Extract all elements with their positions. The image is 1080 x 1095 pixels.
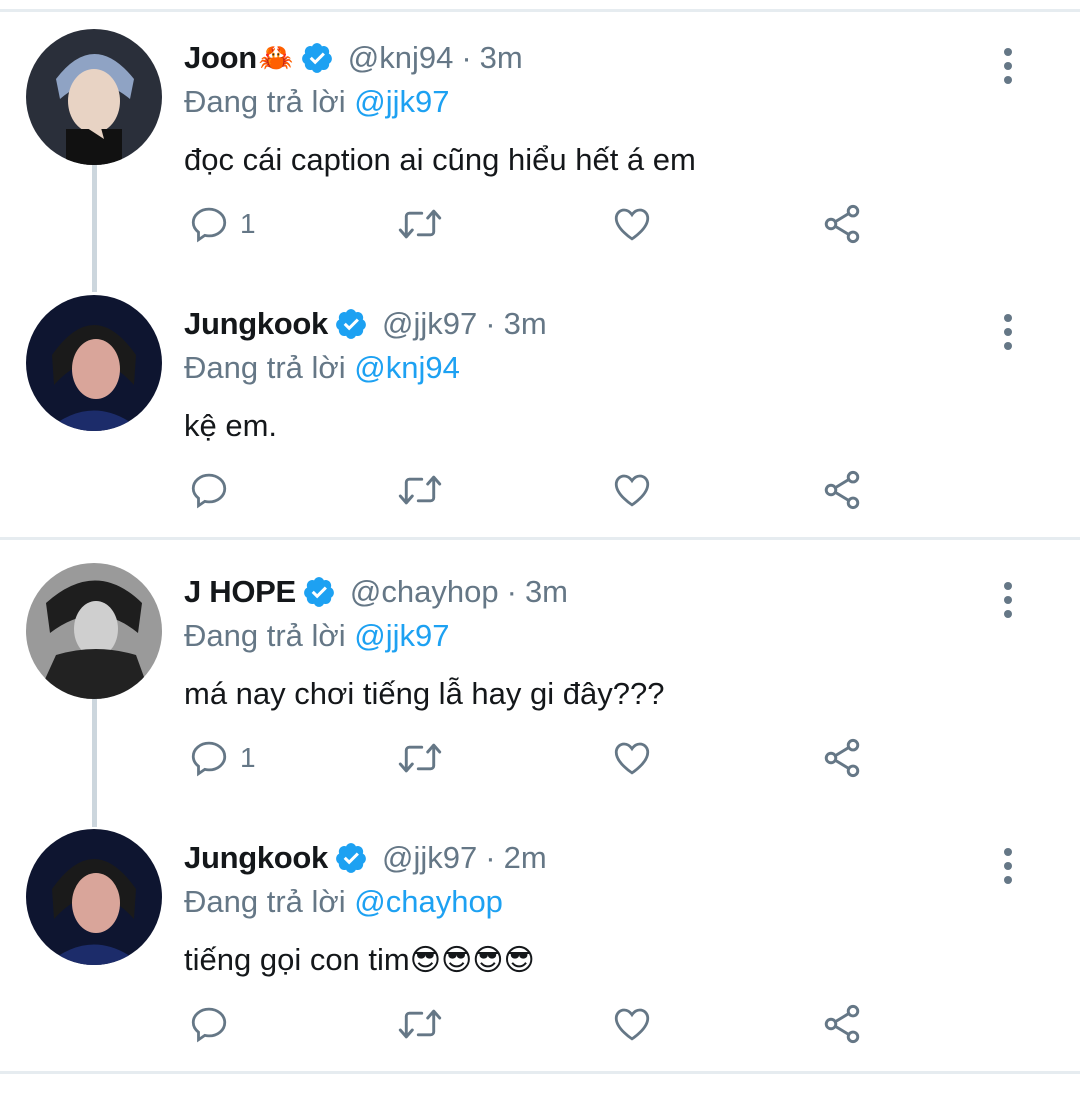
heart-icon xyxy=(614,474,650,507)
mention-link[interactable]: @jjk97 xyxy=(354,618,449,653)
tweet-actions xyxy=(184,462,904,518)
verified-badge-icon xyxy=(336,309,366,339)
verified-badge-icon xyxy=(336,843,366,873)
reply-button[interactable] xyxy=(188,462,240,518)
handle[interactable]: @jjk97 xyxy=(382,840,477,876)
tweet-emoji: 😎😎😎😎 xyxy=(409,944,535,977)
mention-link[interactable]: @knj94 xyxy=(354,350,460,385)
handle[interactable]: @chayhop xyxy=(350,574,499,610)
tweet-text: tiếng gọi con tim😎😎😎😎 xyxy=(184,942,535,978)
reply-icon xyxy=(191,741,227,777)
avatar[interactable] xyxy=(26,295,162,431)
display-name[interactable]: J HOPE xyxy=(184,574,296,610)
share-button[interactable] xyxy=(820,730,864,786)
reply-button[interactable]: 1 xyxy=(188,730,256,786)
retweet-icon xyxy=(398,209,442,239)
separator-dot: · xyxy=(461,40,472,75)
tweet[interactable]: Joon 🦀 @knj94 · 3m Đang trả lời @jjk97 đ… xyxy=(0,12,1080,280)
retweet-button[interactable] xyxy=(396,730,444,786)
reply-icon xyxy=(191,207,227,243)
replying-to: Đang trả lời @knj94 xyxy=(184,350,460,386)
verified-badge-icon xyxy=(304,577,334,607)
name-emoji: 🦀 xyxy=(258,42,294,73)
share-button[interactable] xyxy=(820,196,864,252)
more-options-icon[interactable] xyxy=(994,46,1022,86)
replying-to: Đang trả lời @jjk97 xyxy=(184,618,449,654)
avatar[interactable] xyxy=(26,29,162,165)
mention-link[interactable]: @jjk97 xyxy=(354,84,449,119)
tweet-text-body: tiếng gọi con tim xyxy=(184,942,410,977)
like-button[interactable] xyxy=(610,996,654,1052)
more-options-icon[interactable] xyxy=(994,846,1022,886)
heart-icon xyxy=(614,1008,650,1041)
timestamp[interactable]: 3m xyxy=(480,40,523,76)
like-button[interactable] xyxy=(610,462,654,518)
handle[interactable]: @jjk97 xyxy=(382,306,477,342)
retweet-button[interactable] xyxy=(396,196,444,252)
replying-label: Đang trả lời xyxy=(184,884,346,919)
reply-button[interactable]: 1 xyxy=(188,196,256,252)
more-options-icon[interactable] xyxy=(994,580,1022,620)
tweet-actions xyxy=(184,996,904,1052)
tweet-text: má nay chơi tiếng lẫ hay gi đây??? xyxy=(184,676,665,711)
tweet[interactable]: Jungkook @jjk97 · 2m Đang trả lời @chayh… xyxy=(0,812,1080,1080)
reply-icon xyxy=(191,1007,227,1043)
heart-icon xyxy=(614,742,650,775)
reply-button[interactable] xyxy=(188,996,240,1052)
timestamp[interactable]: 3m xyxy=(525,574,568,610)
tweet[interactable]: Jungkook @jjk97 · 3m Đang trả lời @knj94… xyxy=(0,278,1080,546)
retweet-icon xyxy=(398,743,442,773)
share-button[interactable] xyxy=(820,462,864,518)
avatar[interactable] xyxy=(26,563,162,699)
replying-to: Đang trả lời @chayhop xyxy=(184,884,503,920)
tweet-actions: 1 xyxy=(184,196,904,252)
share-icon xyxy=(824,204,860,244)
display-name[interactable]: Joon xyxy=(184,40,257,76)
timestamp[interactable]: 3m xyxy=(504,306,547,342)
handle[interactable]: @knj94 xyxy=(348,40,454,76)
display-name[interactable]: Jungkook xyxy=(184,306,328,342)
like-button[interactable] xyxy=(610,730,654,786)
like-button[interactable] xyxy=(610,196,654,252)
display-name[interactable]: Jungkook xyxy=(184,840,328,876)
separator-dot: · xyxy=(485,306,496,341)
share-icon xyxy=(824,738,860,778)
tweet[interactable]: J HOPE @chayhop · 3m Đang trả lời @jjk97… xyxy=(0,546,1080,814)
tweet-text: kệ em. xyxy=(184,408,278,443)
heart-icon xyxy=(614,208,650,241)
separator-dot: · xyxy=(485,840,496,875)
mention-link[interactable]: @chayhop xyxy=(354,884,503,919)
verified-badge-icon xyxy=(301,43,332,73)
share-icon xyxy=(824,1004,860,1044)
avatar[interactable] xyxy=(26,829,162,965)
timestamp[interactable]: 2m xyxy=(504,840,547,876)
tweet-text: đọc cái caption ai cũng hiểu hết á em xyxy=(184,142,696,177)
reply-count: 1 xyxy=(240,208,256,239)
share-icon xyxy=(824,470,860,510)
replying-label: Đang trả lời xyxy=(184,350,346,385)
retweet-button[interactable] xyxy=(396,462,444,518)
reply-count: 1 xyxy=(240,742,256,773)
retweet-icon xyxy=(398,1009,442,1039)
tweet-actions: 1 xyxy=(184,730,904,786)
more-options-icon[interactable] xyxy=(994,312,1022,352)
replying-label: Đang trả lời xyxy=(184,618,346,653)
separator-dot: · xyxy=(506,574,517,609)
retweet-button[interactable] xyxy=(396,996,444,1052)
replying-label: Đang trả lời xyxy=(184,84,346,119)
replying-to: Đang trả lời @jjk97 xyxy=(184,84,449,120)
share-button[interactable] xyxy=(820,996,864,1052)
reply-icon xyxy=(191,473,227,509)
retweet-icon xyxy=(398,475,442,505)
